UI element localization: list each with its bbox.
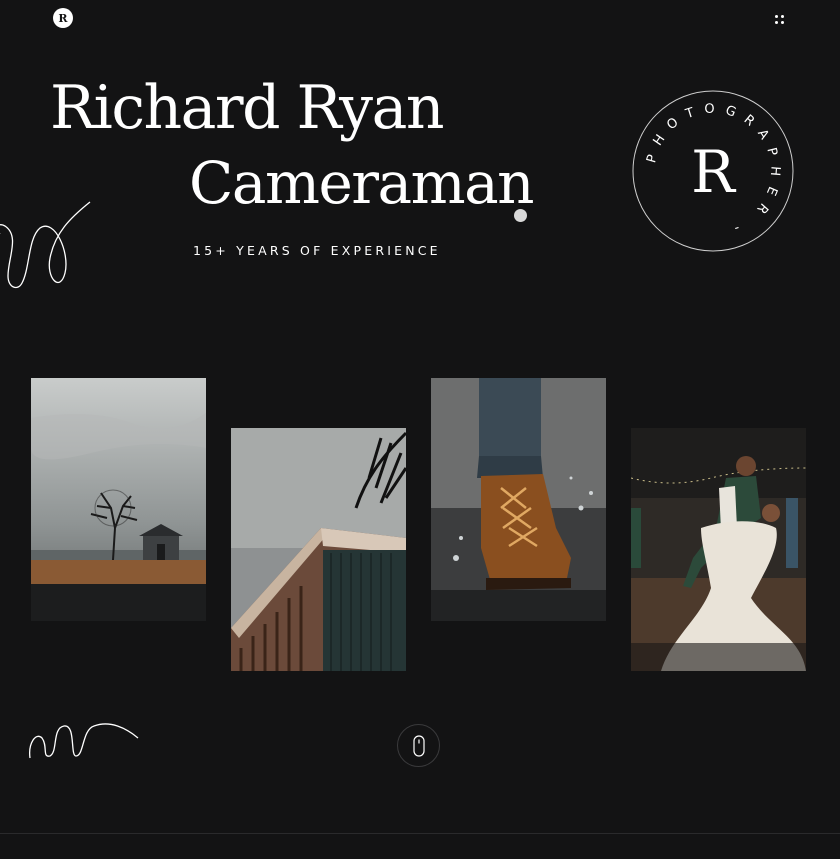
- logo-badge[interactable]: R: [53, 8, 73, 28]
- scribble-bottom: [29, 723, 139, 759]
- building-image: [231, 428, 406, 671]
- badge-letter: R: [691, 138, 737, 206]
- menu-dot: [780, 20, 784, 24]
- cursor-dot: [514, 209, 527, 222]
- photo-boot-splash[interactable]: [431, 378, 606, 621]
- photo-wedding-dance[interactable]: [631, 428, 806, 671]
- scroll-down-button[interactable]: [397, 724, 440, 767]
- logo-letter: R: [58, 11, 68, 25]
- menu-dot: [774, 20, 778, 24]
- hero-name: Richard Ryan: [50, 73, 444, 143]
- experience-text: 15+ YEARS OF EXPERIENCE: [193, 243, 441, 258]
- photographer-badge: PHOTOGRAPHER - R: [632, 90, 794, 252]
- menu-dot: [780, 14, 784, 18]
- menu-button[interactable]: [770, 10, 788, 28]
- photo-building[interactable]: [231, 428, 406, 671]
- menu-dot: [774, 14, 778, 18]
- wedding-dance-image: [631, 428, 806, 671]
- lone-tree-image: [31, 378, 206, 621]
- hero-role: Cameraman: [189, 149, 535, 217]
- footer-divider: [0, 833, 840, 834]
- photo-lone-tree[interactable]: [31, 378, 206, 621]
- mouse-icon: [412, 734, 425, 757]
- scribble-top: [0, 201, 91, 289]
- boot-splash-image: [431, 378, 606, 621]
